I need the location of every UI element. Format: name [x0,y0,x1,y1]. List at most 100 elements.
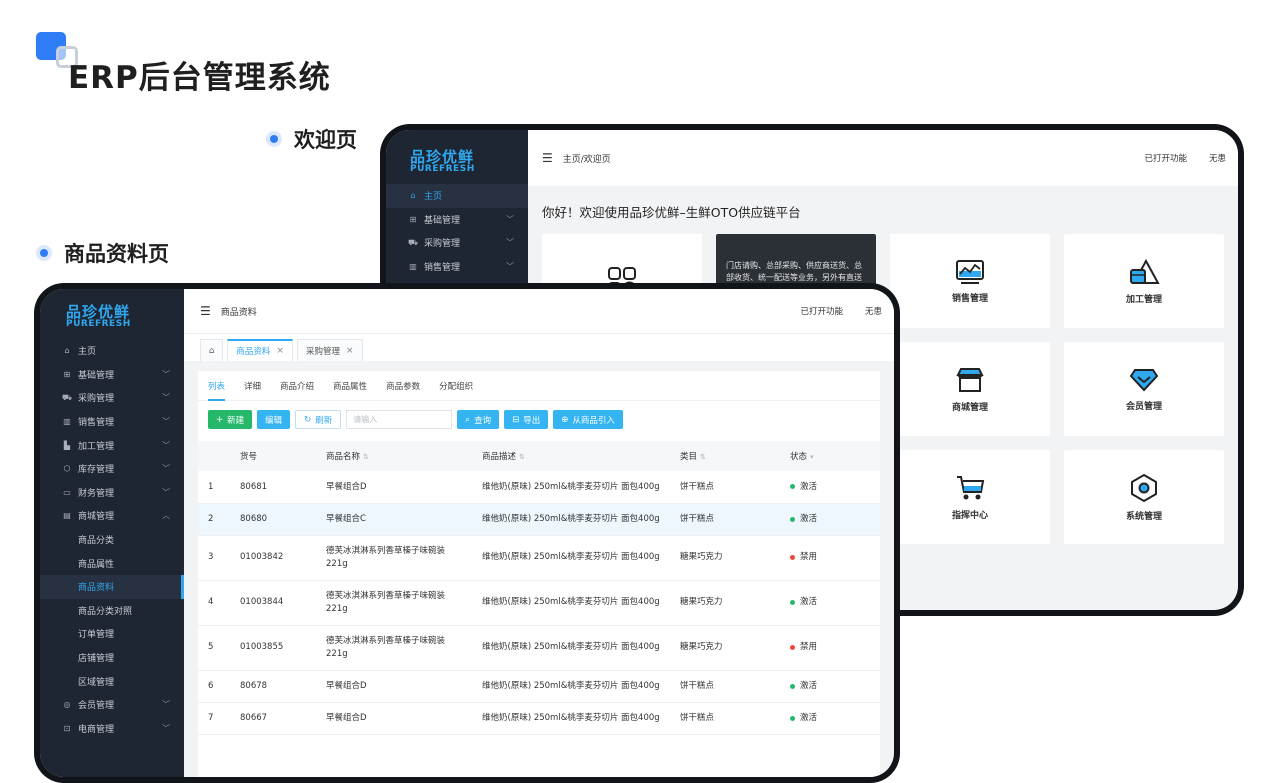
menu-toggle-icon[interactable]: ☰ [200,304,211,318]
sidebar-item[interactable]: ▙ 加工管理 ﹀ [40,433,184,457]
row-code: 80678 [240,670,326,703]
row-desc: 维他奶(原味) 250ml&桃李麦芬切片 面包400g [482,580,680,626]
col-name[interactable]: 商品名称 ⇅ [326,441,482,471]
factory-icon: ▙ [63,440,71,450]
filter-icon[interactable]: ▾ [810,453,814,461]
user-name[interactable]: 无患 [865,305,882,317]
row-category: 糖果巧克力 [680,535,790,581]
query-button[interactable]: ⌕ 查询 [457,410,500,429]
card-command[interactable]: 指挥中心 [890,450,1050,544]
tab-purchase[interactable]: 采购管理 × [296,339,363,361]
sort-icon[interactable]: ⇅ [363,453,369,461]
row-status: 激活 [790,702,880,735]
sort-icon[interactable]: ⇅ [519,453,525,461]
sidebar-item-label: 主页 [78,347,97,358]
table-row[interactable]: 5 01003855 德芙冰淇淋系列香草榛子味碗装221g 维他奶(原味) 250ml… [198,625,880,671]
welcome-topbar: ☰ 主页/欢迎页 已打开功能 无患 [528,130,1238,186]
card-sales[interactable]: 销售管理 [890,234,1050,328]
subtab[interactable]: 商品参数 [386,380,420,392]
col-desc[interactable]: 商品描述 ⇅ [482,441,680,471]
chevron-down-icon: ﹀ [162,700,170,710]
subtab[interactable]: 列表 [208,380,226,401]
export-button[interactable]: ⊟ 导出 [504,410,549,429]
sidebar-subitem[interactable]: 店铺管理 [40,646,184,670]
status-dot-icon [790,600,795,605]
menu-toggle-icon[interactable]: ☰ [542,151,553,165]
row-code: 80680 [240,503,326,536]
sidebar-subitem[interactable]: 商品分类 [40,528,184,552]
chevron-down-icon: ﹀ [506,238,514,248]
col-category[interactable]: 类目 ⇅ [680,441,790,471]
sidebar-item-label: 会员管理 [78,701,115,712]
table-row[interactable]: 2 80680 早餐组合C 维他奶(原味) 250ml&桃李麦芬切片 面包400g 饼干… [198,503,880,536]
page-tabs: ⌂ 商品资料 × 采购管理 × [184,333,894,361]
sidebar-subitem[interactable]: 商品属性 [40,551,184,575]
home-icon: ⌂ [209,345,215,356]
subtab[interactable]: 详细 [244,380,261,392]
table-row[interactable]: 4 01003844 德芙冰淇淋系列香草榛子味碗装221g 维他奶(原味) 250ml… [198,580,880,626]
sidebar-subitem[interactable]: 订单管理 [40,622,184,646]
sidebar-item[interactable]: ▥ 销售管理 ﹀ [40,410,184,434]
sidebar-item[interactable]: ▤ 商城管理 ︿ [40,504,184,528]
card-mall[interactable]: 商城管理 [890,342,1050,436]
row-index: 3 [198,535,240,581]
row-desc: 维他奶(原味) 250ml&桃李麦芬切片 面包400g [482,503,680,536]
row-category: 饼干糕点 [680,702,790,735]
card-system[interactable]: 系统管理 [1064,450,1224,544]
tab-goods-info[interactable]: 商品资料 × [227,339,293,361]
table-row[interactable]: 6 80678 早餐组合D 维他奶(原味) 250ml&桃李麦芬切片 面包400g 饼干… [198,670,880,703]
table-row[interactable]: 7 80667 早餐组合D 维他奶(原味) 250ml&桃李麦芬切片 面包400g 饼干… [198,702,880,735]
import-button[interactable]: ⊕ 从商品引入 [553,410,623,429]
row-status: 激活 [790,580,880,626]
sort-icon[interactable]: ⇅ [700,453,706,461]
sidebar-item[interactable]: ⊞ 基础管理 ﹀ [40,363,184,387]
sidebar-item-label: 采购管理 [424,239,461,250]
col-status[interactable]: 状态 ▾ [790,441,880,471]
search-input[interactable]: 请输入 [346,410,453,429]
sidebar-item[interactable]: ▥ 销售管理 ﹀ [386,255,528,279]
sidebar-item[interactable]: ⊞ 基础管理 ﹀ [386,208,528,232]
sidebar-item[interactable]: ⊡ 电商管理 ﹀ [40,717,184,741]
sidebar-subitem[interactable]: 区域管理 [40,669,184,693]
col-code[interactable]: 货号 [240,441,326,471]
sidebar-item-label: 基础管理 [78,370,115,381]
sidebar-item[interactable]: ▭ 财务管理 ﹀ [40,481,184,505]
subtab[interactable]: 商品介绍 [280,380,314,392]
row-category: 饼干糕点 [680,670,790,703]
subtab[interactable]: 商品属性 [333,380,367,392]
table-row[interactable]: 3 01003842 德芙冰淇淋系列香草榛子味碗装221g 维他奶(原味) 250ml… [198,535,880,581]
row-name: 德芙冰淇淋系列香草榛子味碗装221g [326,535,482,581]
goods-table: 货号 商品名称 ⇅ 商品描述 ⇅ 类目 ⇅ 状态 ▾ 1 80681 早餐组合D 维他奶(原味… [198,441,880,735]
sidebar-subitem[interactable]: 商品分类对照 [40,599,184,623]
sidebar-item[interactable]: ⌂ 主页 [40,339,184,363]
export-icon: ⊟ [512,414,520,425]
sidebar-item[interactable]: ⌂ 主页 [386,184,528,208]
close-icon[interactable]: × [276,346,284,356]
subtab[interactable]: 分配组织 [439,380,473,392]
sidebar-item[interactable]: ⛟ 采购管理 ﹀ [386,231,528,255]
row-index: 5 [198,625,240,671]
card-processing[interactable]: 加工管理 [1064,234,1224,328]
goods-subtabs: 列表 详细 商品介绍 商品属性 商品参数 分配组织 [198,371,880,401]
sidebar-subitem[interactable]: 商品资料 [40,574,184,599]
card-member[interactable]: 会员管理 [1064,342,1224,436]
edit-button[interactable]: 编辑 [257,410,291,429]
status-dot-icon [790,715,795,721]
chevron-down-icon: ﹀ [162,487,170,497]
sidebar-item[interactable]: ⛟ 采购管理 ﹀ [40,386,184,410]
refresh-button[interactable]: ↻ 刷新 [295,410,342,429]
sales-chart-icon [956,259,984,284]
row-status: 禁用 [790,625,880,671]
grid-icon: ⊞ [409,214,417,224]
close-icon[interactable]: × [346,346,354,356]
chevron-down-icon: ﹀ [506,214,514,224]
opened-functions-link[interactable]: 已打开功能 [800,305,843,317]
table-row[interactable]: 1 80681 早餐组合D 维他奶(原味) 250ml&桃李麦芬切片 面包400g 饼干… [198,471,880,504]
user-name[interactable]: 无患 [1209,152,1226,164]
sidebar-item-label: 商品分类对照 [78,606,133,617]
new-button[interactable]: + 新建 [208,410,253,429]
sidebar-item[interactable]: ◎ 会员管理 ﹀ [40,693,184,717]
opened-functions-link[interactable]: 已打开功能 [1144,152,1187,164]
sidebar-item[interactable]: ⬡ 库存管理 ﹀ [40,457,184,481]
tab-home[interactable]: ⌂ [200,339,224,361]
